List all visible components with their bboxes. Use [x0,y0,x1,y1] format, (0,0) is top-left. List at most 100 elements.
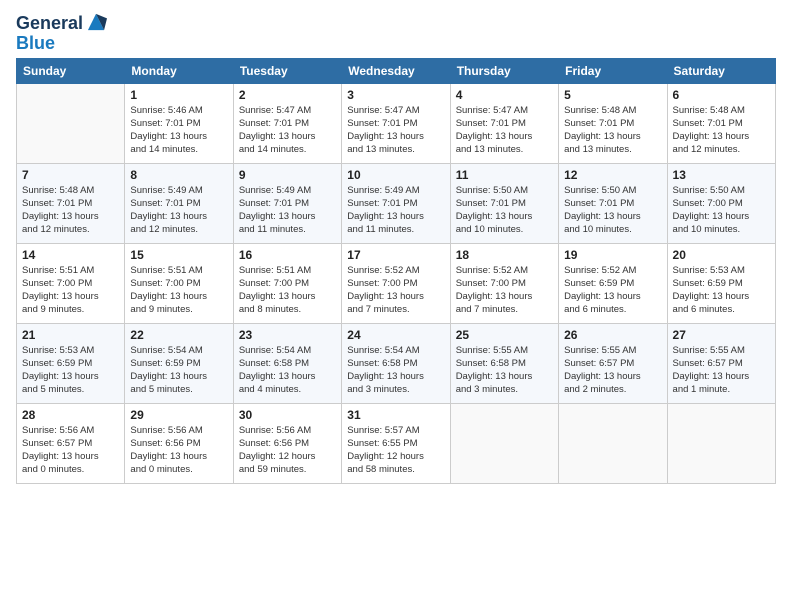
day-number: 8 [130,168,227,182]
main-container: General Blue SundayMondayTuesdayWednesda… [0,0,792,494]
day-cell: 11 Sunrise: 5:50 AM Sunset: 7:01 PM Dayli… [450,163,558,243]
week-row-4: 21 Sunrise: 5:53 AM Sunset: 6:59 PM Dayli… [17,323,776,403]
day-cell: 20Sunrise: 5:53 AM Sunset: 6:59 PM Dayli… [667,243,775,323]
day-number: 22 [130,328,227,342]
day-number: 17 [347,248,444,262]
week-row-2: 7 Sunrise: 5:48 AM Sunset: 7:01 PM Daylig… [17,163,776,243]
day-info: Sunrise: 5:54 AM Sunset: 6:59 PM Dayligh… [130,344,227,397]
day-header-sunday: Sunday [17,58,125,83]
day-info: Sunrise: 5:51 AM Sunset: 7:00 PM Dayligh… [239,264,336,317]
day-header-tuesday: Tuesday [233,58,341,83]
day-cell: 7 Sunrise: 5:48 AM Sunset: 7:01 PM Daylig… [17,163,125,243]
day-cell: 28Sunrise: 5:56 AM Sunset: 6:57 PM Dayli… [17,403,125,483]
day-cell: 2Sunrise: 5:47 AM Sunset: 7:01 PM Daylig… [233,83,341,163]
day-cell: 18Sunrise: 5:52 AM Sunset: 7:00 PM Dayli… [450,243,558,323]
day-cell: 5 Sunrise: 5:48 AM Sunset: 7:01 PM Daylig… [559,83,667,163]
day-info: Sunrise: 5:54 AM Sunset: 6:58 PM Dayligh… [347,344,444,397]
day-number: 2 [239,88,336,102]
day-info: Sunrise: 5:50 AM Sunset: 7:01 PM Dayligh… [456,184,553,237]
day-cell: 14Sunrise: 5:51 AM Sunset: 7:00 PM Dayli… [17,243,125,323]
day-cell: 17 Sunrise: 5:52 AM Sunset: 7:00 PM Dayli… [342,243,450,323]
day-number: 20 [673,248,770,262]
day-number: 23 [239,328,336,342]
day-number: 3 [347,88,444,102]
day-info: Sunrise: 5:52 AM Sunset: 6:59 PM Dayligh… [564,264,661,317]
day-cell: 8 Sunrise: 5:49 AM Sunset: 7:01 PM Daylig… [125,163,233,243]
day-number: 15 [130,248,227,262]
day-info: Sunrise: 5:49 AM Sunset: 7:01 PM Dayligh… [239,184,336,237]
day-number: 19 [564,248,661,262]
day-info: Sunrise: 5:49 AM Sunset: 7:01 PM Dayligh… [347,184,444,237]
day-info: Sunrise: 5:51 AM Sunset: 7:00 PM Dayligh… [22,264,119,317]
day-info: Sunrise: 5:47 AM Sunset: 7:01 PM Dayligh… [347,104,444,157]
day-info: Sunrise: 5:49 AM Sunset: 7:01 PM Dayligh… [130,184,227,237]
header: General Blue [16,10,776,54]
day-info: Sunrise: 5:55 AM Sunset: 6:57 PM Dayligh… [673,344,770,397]
day-number: 27 [673,328,770,342]
day-cell [559,403,667,483]
logo: General Blue [16,14,107,54]
day-info: Sunrise: 5:56 AM Sunset: 6:56 PM Dayligh… [130,424,227,477]
day-number: 10 [347,168,444,182]
week-row-1: 1Sunrise: 5:46 AM Sunset: 7:01 PM Daylig… [17,83,776,163]
day-info: Sunrise: 5:46 AM Sunset: 7:01 PM Dayligh… [130,104,227,157]
day-header-saturday: Saturday [667,58,775,83]
day-cell: 13Sunrise: 5:50 AM Sunset: 7:00 PM Dayli… [667,163,775,243]
day-number: 7 [22,168,119,182]
day-info: Sunrise: 5:47 AM Sunset: 7:01 PM Dayligh… [456,104,553,157]
day-info: Sunrise: 5:48 AM Sunset: 7:01 PM Dayligh… [22,184,119,237]
day-info: Sunrise: 5:51 AM Sunset: 7:00 PM Dayligh… [130,264,227,317]
day-number: 9 [239,168,336,182]
day-number: 13 [673,168,770,182]
day-cell: 27 Sunrise: 5:55 AM Sunset: 6:57 PM Dayli… [667,323,775,403]
calendar-header-row: SundayMondayTuesdayWednesdayThursdayFrid… [17,58,776,83]
week-row-5: 28Sunrise: 5:56 AM Sunset: 6:57 PM Dayli… [17,403,776,483]
day-cell: 4Sunrise: 5:47 AM Sunset: 7:01 PM Daylig… [450,83,558,163]
calendar-table: SundayMondayTuesdayWednesdayThursdayFrid… [16,58,776,484]
day-info: Sunrise: 5:55 AM Sunset: 6:57 PM Dayligh… [564,344,661,397]
day-header-wednesday: Wednesday [342,58,450,83]
day-cell: 25Sunrise: 5:55 AM Sunset: 6:58 PM Dayli… [450,323,558,403]
day-info: Sunrise: 5:56 AM Sunset: 6:56 PM Dayligh… [239,424,336,477]
day-cell: 10 Sunrise: 5:49 AM Sunset: 7:01 PM Dayli… [342,163,450,243]
day-info: Sunrise: 5:55 AM Sunset: 6:58 PM Dayligh… [456,344,553,397]
day-number: 30 [239,408,336,422]
day-header-friday: Friday [559,58,667,83]
day-cell [17,83,125,163]
day-cell: 3 Sunrise: 5:47 AM Sunset: 7:01 PM Daylig… [342,83,450,163]
day-number: 24 [347,328,444,342]
day-info: Sunrise: 5:52 AM Sunset: 7:00 PM Dayligh… [347,264,444,317]
day-cell: 30 Sunrise: 5:56 AM Sunset: 6:56 PM Dayli… [233,403,341,483]
week-row-3: 14Sunrise: 5:51 AM Sunset: 7:00 PM Dayli… [17,243,776,323]
day-cell: 26 Sunrise: 5:55 AM Sunset: 6:57 PM Dayli… [559,323,667,403]
day-info: Sunrise: 5:50 AM Sunset: 7:01 PM Dayligh… [564,184,661,237]
day-info: Sunrise: 5:52 AM Sunset: 7:00 PM Dayligh… [456,264,553,317]
day-number: 28 [22,408,119,422]
day-cell: 19 Sunrise: 5:52 AM Sunset: 6:59 PM Dayli… [559,243,667,323]
day-cell: 21 Sunrise: 5:53 AM Sunset: 6:59 PM Dayli… [17,323,125,403]
day-cell: 31Sunrise: 5:57 AM Sunset: 6:55 PM Dayli… [342,403,450,483]
day-cell: 1Sunrise: 5:46 AM Sunset: 7:01 PM Daylig… [125,83,233,163]
day-info: Sunrise: 5:57 AM Sunset: 6:55 PM Dayligh… [347,424,444,477]
day-info: Sunrise: 5:48 AM Sunset: 7:01 PM Dayligh… [564,104,661,157]
day-info: Sunrise: 5:53 AM Sunset: 6:59 PM Dayligh… [22,344,119,397]
day-number: 26 [564,328,661,342]
day-number: 16 [239,248,336,262]
day-header-monday: Monday [125,58,233,83]
day-cell: 29 Sunrise: 5:56 AM Sunset: 6:56 PM Dayli… [125,403,233,483]
day-info: Sunrise: 5:48 AM Sunset: 7:01 PM Dayligh… [673,104,770,157]
day-number: 11 [456,168,553,182]
day-info: Sunrise: 5:54 AM Sunset: 6:58 PM Dayligh… [239,344,336,397]
day-number: 29 [130,408,227,422]
logo-icon [85,11,107,33]
day-cell: 12Sunrise: 5:50 AM Sunset: 7:01 PM Dayli… [559,163,667,243]
day-cell: 6Sunrise: 5:48 AM Sunset: 7:01 PM Daylig… [667,83,775,163]
day-number: 21 [22,328,119,342]
day-number: 5 [564,88,661,102]
day-header-thursday: Thursday [450,58,558,83]
logo-blue: Blue [16,34,55,54]
day-cell: 24 Sunrise: 5:54 AM Sunset: 6:58 PM Dayli… [342,323,450,403]
day-cell: 23 Sunrise: 5:54 AM Sunset: 6:58 PM Dayli… [233,323,341,403]
day-cell: 16 Sunrise: 5:51 AM Sunset: 7:00 PM Dayli… [233,243,341,323]
day-cell: 15 Sunrise: 5:51 AM Sunset: 7:00 PM Dayli… [125,243,233,323]
